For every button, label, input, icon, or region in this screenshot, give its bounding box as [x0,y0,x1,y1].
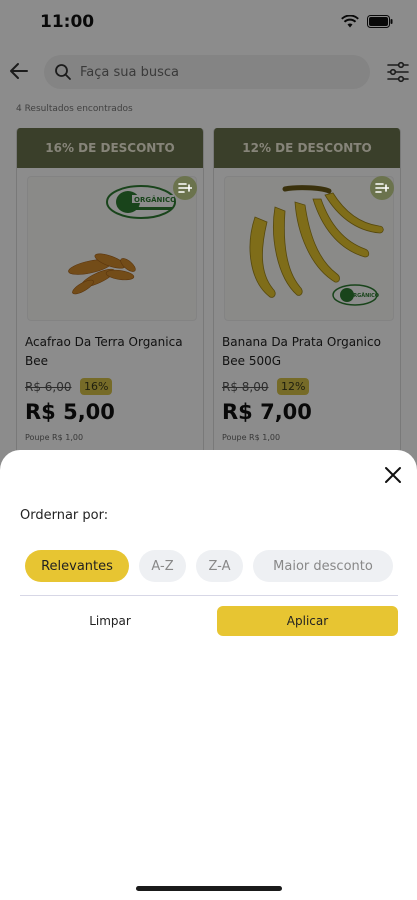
sort-options: Relevantes A-Z Z-A Maior desconto [25,550,393,582]
clear-button[interactable]: Limpar [20,606,200,636]
apply-button[interactable]: Aplicar [217,606,398,636]
home-indicator[interactable] [136,886,282,891]
sort-option-maior-desconto[interactable]: Maior desconto [253,550,393,582]
divider [20,595,398,596]
sort-option-z-a[interactable]: Z-A [196,550,243,582]
add-to-list-icon[interactable] [370,176,394,200]
sort-title: Ordernar por: [20,508,109,523]
add-to-list-icon[interactable] [173,176,197,200]
sort-option-a-z[interactable]: A-Z [139,550,186,582]
sort-option-relevantes[interactable]: Relevantes [25,550,129,582]
close-icon[interactable] [384,466,402,484]
